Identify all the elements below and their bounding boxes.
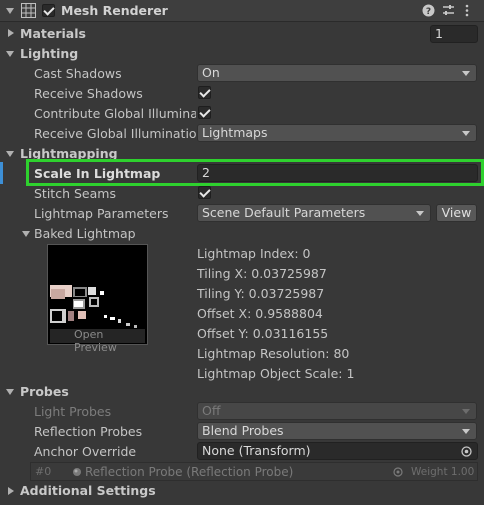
cast-shadows-dropdown[interactable]: On [197, 64, 477, 82]
receive-gi-value: Lightmaps [202, 125, 268, 140]
reflection-probes-value: Blend Probes [202, 423, 284, 438]
probe-weight: Weight 1.00 [411, 466, 475, 478]
chevron-down-icon [416, 211, 424, 216]
materials-count-field[interactable]: 1 [430, 25, 478, 43]
object-picker-icon[interactable] [461, 446, 472, 457]
probes-section-label[interactable]: Probes [20, 384, 69, 399]
lightmap-parameters-label: Lightmap Parameters [34, 206, 169, 221]
receive-gi-label: Receive Global Illumination [34, 126, 205, 141]
cast-shadows-label: Cast Shadows [34, 66, 122, 81]
lightmap-index-text: Lightmap Index: 0 [197, 246, 311, 261]
reflection-probes-dropdown[interactable]: Blend Probes [197, 422, 477, 440]
offset-x-text: Offset X: 0.9588804 [197, 306, 323, 321]
baked-lightmap-label: Baked Lightmap [34, 226, 136, 241]
lighting-section-label[interactable]: Lighting [20, 46, 78, 61]
more-options-icon[interactable] [464, 4, 470, 17]
lighting-foldout-icon[interactable] [6, 51, 14, 57]
open-preview-label[interactable]: Open Preview [74, 328, 147, 354]
anchor-override-value: None (Transform) [202, 443, 311, 458]
help-icon[interactable]: ? [422, 4, 435, 17]
probe-name: Reflection Probe (Reflection Probe) [85, 465, 294, 479]
probe-index: #0 [35, 465, 52, 478]
lightmap-parameters-value: Scene Default Parameters [202, 205, 366, 220]
stitch-seams-label: Stitch Seams [34, 186, 116, 201]
receive-shadows-label: Receive Shadows [34, 86, 143, 101]
presets-icon[interactable] [442, 4, 455, 17]
chevron-down-icon [462, 429, 470, 434]
receive-shadows-checkbox[interactable] [198, 86, 211, 99]
stitch-seams-checkbox[interactable] [198, 186, 211, 199]
lightmap-resolution-text: Lightmap Resolution: 80 [197, 346, 350, 361]
chevron-down-icon [462, 409, 470, 414]
selection-indicator [0, 162, 3, 184]
chevron-down-icon [462, 71, 470, 76]
reflection-probes-label: Reflection Probes [34, 424, 143, 439]
foldout-arrow-icon[interactable] [6, 8, 14, 14]
light-probes-value: Off [202, 403, 221, 418]
anchor-override-field[interactable]: None (Transform) [197, 442, 478, 460]
component-enabled-checkbox[interactable] [42, 4, 55, 17]
view-button[interactable]: View [436, 204, 477, 222]
object-picker-icon [393, 467, 403, 477]
chevron-down-icon [462, 131, 470, 136]
scale-in-lightmap-field[interactable]: 2 [197, 164, 478, 182]
scale-in-lightmap-label: Scale In Lightmap [34, 166, 161, 181]
lightmapping-foldout-icon[interactable] [6, 151, 14, 157]
lightmap-object-scale-text: Lightmap Object Scale: 1 [197, 366, 355, 381]
tiling-x-text: Tiling X: 0.03725987 [197, 266, 327, 281]
light-probes-dropdown: Off [197, 402, 477, 420]
lightmap-parameters-dropdown[interactable]: Scene Default Parameters [197, 204, 431, 222]
component-header[interactable]: Mesh Renderer ? [0, 0, 484, 22]
additional-settings-label[interactable]: Additional Settings [20, 483, 156, 498]
contribute-gi-label: Contribute Global Illumination [34, 106, 196, 121]
reflection-probe-icon [73, 468, 81, 476]
offset-y-text: Offset Y: 0.03116155 [197, 326, 329, 341]
receive-gi-dropdown[interactable]: Lightmaps [197, 124, 477, 142]
anchor-override-label: Anchor Override [34, 444, 137, 459]
light-probes-label: Light Probes [34, 404, 112, 419]
cast-shadows-value: On [202, 65, 220, 80]
contribute-gi-checkbox[interactable] [198, 106, 211, 119]
materials-foldout-icon[interactable] [8, 29, 14, 37]
materials-label[interactable]: Materials [20, 26, 86, 41]
component-title: Mesh Renderer [61, 3, 168, 18]
additional-settings-foldout-icon[interactable] [8, 487, 14, 495]
tiling-y-text: Tiling Y: 0.03725987 [197, 286, 325, 301]
reflection-probe-row: #0 Reflection Probe (Reflection Probe) W… [30, 462, 478, 481]
lightmap-preview[interactable]: Open Preview [47, 244, 148, 354]
probes-foldout-icon[interactable] [6, 389, 14, 395]
svg-text:?: ? [426, 7, 431, 17]
baked-lightmap-foldout-icon[interactable] [22, 231, 30, 237]
mesh-renderer-icon [21, 3, 36, 18]
